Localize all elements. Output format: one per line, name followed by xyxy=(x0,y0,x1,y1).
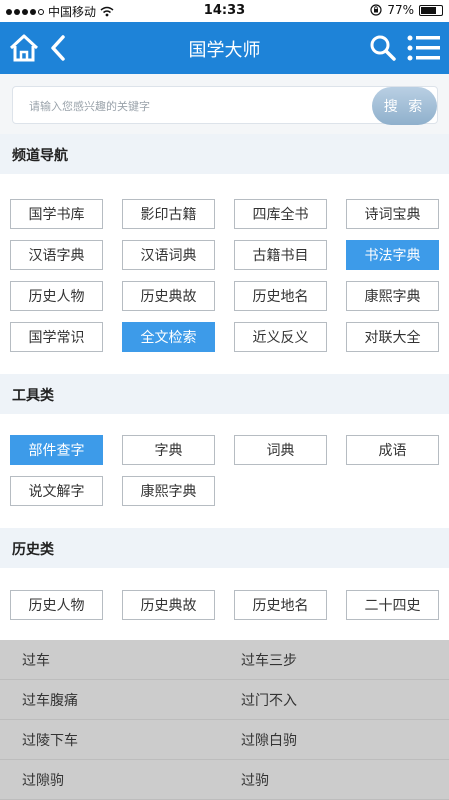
tools-button[interactable]: 词典 xyxy=(234,435,327,465)
history-button[interactable]: 历史人物 xyxy=(10,590,103,620)
search-input[interactable] xyxy=(29,93,359,119)
history-button[interactable]: 二十四史 xyxy=(346,590,439,620)
suggestion-item[interactable]: 过车腹痛 xyxy=(22,690,78,710)
channel-button[interactable]: 古籍书目 xyxy=(234,240,327,270)
channel-panel: 国学书库 影印古籍 四库全书 诗词宝典汉语字典 汉语词典 古籍书目 书法字典历史人物 历史典故… xyxy=(0,174,449,374)
tools-button[interactable]: 康熙字典 xyxy=(122,476,215,506)
suggestion-item[interactable]: 过驹 xyxy=(241,770,269,790)
channel-button[interactable]: 国学书库 xyxy=(10,199,103,229)
history-panel: 历史人物 历史典故 历史地名 二十四史 xyxy=(0,568,449,640)
channel-button[interactable]: 国学常识 xyxy=(10,322,103,352)
suggestion-row: 过车腹痛 过门不入 xyxy=(0,680,449,720)
tools-button[interactable]: 部件查字 xyxy=(10,435,103,465)
channel-button[interactable]: 历史人物 xyxy=(10,281,103,311)
suggestion-row: 过车 过车三步 xyxy=(0,640,449,680)
channel-button[interactable]: 四库全书 xyxy=(234,199,327,229)
history-button[interactable]: 历史典故 xyxy=(122,590,215,620)
suggestion-item[interactable]: 过门不入 xyxy=(241,690,297,710)
channel-button[interactable]: 康熙字典 xyxy=(346,281,439,311)
channel-button[interactable]: 对联大全 xyxy=(346,322,439,352)
suggestion-item[interactable]: 过陵下车 xyxy=(22,730,78,750)
search-box: 搜 索 xyxy=(12,86,438,125)
status-bar: 中国移动 14:33 77% xyxy=(0,0,449,22)
nav-bar: 国学大师 xyxy=(0,22,449,74)
suggestion-item[interactable]: 过隙驹 xyxy=(22,770,64,790)
channel-button[interactable]: 全文检索 xyxy=(122,322,215,352)
suggestion-item[interactable]: 过车 xyxy=(22,650,50,670)
suggestion-dropdown: 过车 过车三步过车腹痛 过门不入过陵下车 过隙白驹过隙驹 过驹 xyxy=(0,640,449,800)
tools-button[interactable]: 字典 xyxy=(122,435,215,465)
section-title-tools: 工具类 xyxy=(12,388,54,404)
section-title-history: 历史类 xyxy=(12,542,54,558)
channel-button[interactable]: 书法字典 xyxy=(346,240,439,270)
search-area: 搜 索 xyxy=(0,74,449,134)
battery-icon xyxy=(419,4,443,16)
battery-percent: 77% xyxy=(387,3,414,17)
section-title-channel: 频道导航 xyxy=(12,148,68,164)
channel-button[interactable]: 历史典故 xyxy=(122,281,215,311)
tools-button[interactable]: 成语 xyxy=(346,435,439,465)
channel-button[interactable]: 汉语词典 xyxy=(122,240,215,270)
tools-grid: 部件查字 字典 词典 成语说文解字 康熙字典 xyxy=(10,435,439,506)
search-button[interactable]: 搜 索 xyxy=(372,87,437,125)
channel-button[interactable]: 诗词宝典 xyxy=(346,199,439,229)
history-grid: 历史人物 历史典故 历史地名 二十四史 xyxy=(10,590,439,620)
tools-panel: 部件查字 字典 词典 成语说文解字 康熙字典 xyxy=(0,414,449,528)
channel-button[interactable]: 历史地名 xyxy=(234,281,327,311)
tools-button[interactable]: 说文解字 xyxy=(10,476,103,506)
channel-button[interactable]: 近义反义 xyxy=(234,322,327,352)
suggestion-item[interactable]: 过隙白驹 xyxy=(241,730,297,750)
section-header-tools: 工具类 xyxy=(0,374,449,414)
history-button[interactable]: 历史地名 xyxy=(234,590,327,620)
channel-grid: 国学书库 影印古籍 四库全书 诗词宝典汉语字典 汉语词典 古籍书目 书法字典历史人物 历史典故… xyxy=(10,199,439,352)
orientation-lock-icon xyxy=(370,4,382,16)
section-header-channel: 频道导航 xyxy=(0,134,449,174)
menu-icon[interactable] xyxy=(407,35,441,61)
suggestion-row: 过隙驹 过驹 xyxy=(0,760,449,800)
section-header-history: 历史类 xyxy=(0,528,449,568)
suggestion-row: 过陵下车 过隙白驹 xyxy=(0,720,449,760)
channel-button[interactable]: 汉语字典 xyxy=(10,240,103,270)
suggestion-item[interactable]: 过车三步 xyxy=(241,650,297,670)
status-right: 77% xyxy=(370,3,443,17)
search-icon[interactable] xyxy=(369,34,397,62)
channel-button[interactable]: 影印古籍 xyxy=(122,199,215,229)
